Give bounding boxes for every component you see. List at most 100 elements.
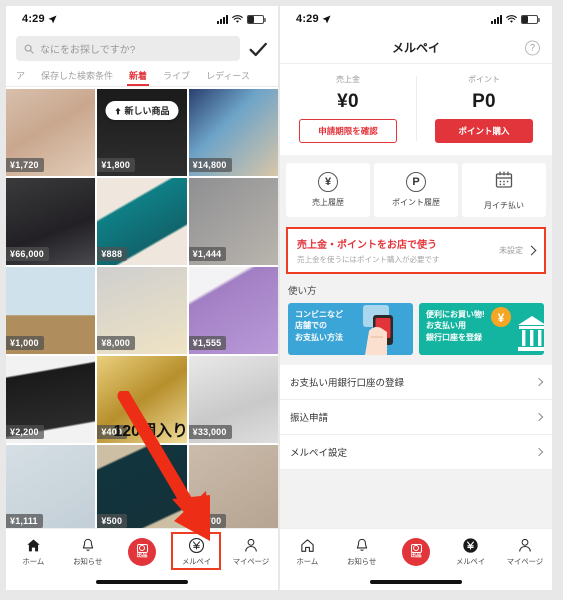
nav-label: マイページ [506,556,544,566]
product-price: ¥1,720 [6,158,44,172]
list-item[interactable]: お支払い用銀行口座の登録 [280,365,552,400]
product-card[interactable]: ¥33,000 [188,356,278,443]
product-price: ¥14,800 [188,158,232,172]
product-price: ¥66,000 [6,247,49,261]
product-card[interactable]: ¥400 120個入り [97,356,187,443]
product-price: ¥8,000 [97,336,136,350]
tab-0[interactable]: ア [8,69,33,86]
status-indicators-right [491,14,540,24]
status-bar-right: 4:29 [280,6,552,32]
product-card[interactable]: 新しい商品 ¥1,800 [97,89,187,176]
product-card[interactable]: ¥14,800 [188,89,278,176]
product-card[interactable]: ¥1,444 [188,178,278,265]
balance-sales: 売上金 ¥0 申請期限を確認 [280,74,416,143]
nav-item-merpay[interactable]: メルペイ [443,529,497,574]
camera-glyph [410,543,422,553]
banner-bank-register[interactable]: 便利にお買い物! お支払い用 銀行口座を登録 ¥ [419,303,544,355]
nav-item-notifications[interactable]: お知らせ [60,529,114,574]
product-price: ¥1,111 [6,514,43,528]
list-item[interactable]: メルペイ設定 [280,435,552,470]
nav-item-sell[interactable]: 出品 [389,529,443,574]
product-card[interactable]: ¥1,720 [6,89,96,176]
checkmark-icon[interactable] [248,39,268,59]
banner-store-payment[interactable]: コンビニなど 店舗での お支払い方法 [288,303,413,355]
camera-icon[interactable]: 出品 [402,537,431,566]
wifi-icon [506,14,517,23]
location-arrow-icon [48,14,57,23]
nav-item-home[interactable]: ホーム [280,529,334,574]
tab-1[interactable]: 保存した検索条件 [33,69,121,86]
search-input[interactable]: なにをお探しですか? [16,36,240,61]
bottom-nav-right[interactable]: ホーム お知らせ 出品 メルペイ マイページ [280,528,552,574]
nav-item-sell[interactable]: 出品 [115,529,169,574]
check-deadline-button[interactable]: 申請期限を確認 [299,119,397,143]
page-header: メルペイ ? [280,32,552,64]
nav-item-merpay[interactable]: メルペイ [169,529,223,574]
product-price: ¥500 [97,514,128,528]
signal-icon [491,14,502,24]
bottom-nav-left[interactable]: ホーム お知らせ 出品 メルペイ マイページ [6,528,278,574]
tab-4[interactable]: レディース [198,69,258,86]
banner-text: 便利にお買い物! お支払い用 銀行口座を登録 [426,309,537,343]
product-card[interactable]: ¥1,000 [6,267,96,354]
product-price: ¥3,700 [188,514,227,528]
banner-line: お支払い用 [426,321,466,331]
use-in-store-row[interactable]: 売上金・ポイントをお店で使う 売上金を使うにはポイント購入が必要です 未設定 [286,227,546,274]
tab-3[interactable]: ライブ [155,69,198,86]
camera-icon[interactable]: 出品 [128,537,157,566]
tile-sales-history[interactable]: ¥ 売上履歴 [286,163,370,217]
person-icon [516,537,533,554]
category-tabs[interactable]: ア 保存した検索条件 新着 ライブ レディース [6,67,278,87]
howto-banners: コンビニなど 店舗での お支払い方法 便利にお買い物! お支払い用 銀行口座を登… [288,303,544,355]
highlight-box [171,532,222,570]
home-indicator-right [280,574,552,590]
question-mark-icon[interactable]: ? [525,40,540,55]
product-card[interactable]: ¥1,111 [6,445,96,528]
tab-2[interactable]: 新着 [121,69,155,86]
calendar-icon [494,170,514,195]
list-item-label: メルペイ設定 [290,448,348,459]
banner-text: コンビニなど 店舗での お支払い方法 [295,309,406,343]
use-in-store-title: 売上金・ポイントをお店で使う [297,240,437,251]
search-placeholder: なにをお探しですか? [40,45,136,56]
product-card[interactable]: ¥8,000 [97,267,187,354]
balance-card: 売上金 ¥0 申請期限を確認 ポイント P0 ポイント購入 [280,64,552,155]
buy-points-button[interactable]: ポイント購入 [435,119,533,143]
product-price: ¥2,200 [6,425,44,439]
yen-circle-icon: ¥ [318,172,338,192]
left-phone-screen: 4:29 なにをお探しですか? ア 保存した検索条件 新着 ライブ レディース [6,6,278,590]
tile-label: 売上履歴 [312,198,344,207]
product-card[interactable]: ¥66,000 [6,178,96,265]
product-price: ¥33,000 [188,425,232,439]
product-card[interactable]: ¥1,555 [188,267,278,354]
chevron-right-icon [534,447,544,457]
balance-label: ポイント [468,75,500,84]
point-circle-icon: P [406,172,426,192]
nav-label: マイページ [232,556,270,566]
status-badge: 未設定 [499,246,523,255]
nav-item-home[interactable]: ホーム [6,529,60,574]
howto-section: 使い方 コンビニなど 店舗での お支払い方法 便利にお買い物! お支払い用 銀行… [280,274,552,355]
balance-points: ポイント P0 ポイント購入 [416,74,552,143]
nav-item-mypage[interactable]: マイページ [224,529,278,574]
status-time-left: 4:29 [22,13,57,25]
nav-item-notifications[interactable]: お知らせ [334,529,388,574]
nav-item-mypage[interactable]: マイページ [498,529,552,574]
nav-label: ホーム [296,556,319,566]
product-card[interactable]: ¥500 [97,445,187,528]
banner-line: 銀行口座を登録 [426,332,482,342]
product-price: ¥1,000 [6,336,44,350]
product-card[interactable]: ¥3,700 [188,445,278,528]
right-phone-screen: 4:29 メルペイ ? 売上金 ¥0 申請期限を確認 ポイント P0 ポイント購… [280,6,552,590]
status-time-right-text: 4:29 [296,13,319,25]
product-card[interactable]: ¥888 [97,178,187,265]
tile-label: 月イチ払い [484,200,524,210]
battery-icon [521,14,540,24]
list-item[interactable]: 振込申請 [280,400,552,435]
tile-monthly-payment[interactable]: 月イチ払い [462,163,546,217]
home-icon [25,537,42,554]
product-card[interactable]: ¥2,200 [6,356,96,443]
tile-point-history[interactable]: P ポイント履歴 [374,163,458,217]
chevron-right-icon [534,377,544,387]
product-price: ¥1,800 [97,158,136,172]
